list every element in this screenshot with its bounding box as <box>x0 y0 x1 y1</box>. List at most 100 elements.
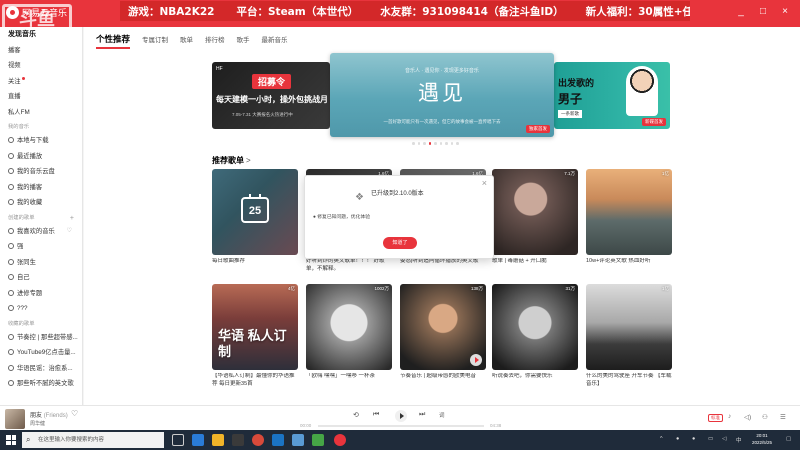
lyrics-icon[interactable]: 词 <box>439 411 445 419</box>
carousel-dot[interactable] <box>450 142 453 145</box>
together-icon[interactable]: ⚇ <box>762 413 768 421</box>
chrome-icon[interactable] <box>252 434 264 446</box>
banner-recruit[interactable]: HF 招募令 每天建模一小时，操外包挑战月 7.05-7.31 大赛报名火热进行… <box>212 62 330 129</box>
sidebar-playlist[interactable]: 张同生 <box>0 255 82 271</box>
playlist-title[interactable]: 听说奏去吧，你需要快乐 <box>492 373 578 388</box>
playlist-cover[interactable]: 138万 <box>400 284 486 370</box>
sidebar-item-liked[interactable]: 我喜欢的音乐 ♡ <box>0 224 82 240</box>
recommended-playlists-title[interactable]: 推荐歌单 > <box>212 155 251 166</box>
carousel-dot[interactable] <box>417 142 420 145</box>
sidebar-collected-playlist[interactable]: 华语民谣：治愈系... <box>0 361 82 377</box>
playlist-title[interactable]: 「欧嗨 嘿嘿」一嘿哆 一杯茶 <box>306 373 392 388</box>
carousel-dot[interactable] <box>434 142 437 145</box>
tab-new-music[interactable]: 最新音乐 <box>262 34 288 44</box>
progress-bar[interactable] <box>318 425 484 427</box>
playlist-title[interactable]: 姿态|听到追问循环播放的英文歌 <box>400 258 486 273</box>
tab-charts[interactable]: 排行榜 <box>205 34 225 44</box>
playlist-title[interactable]: 什么的美的驾驶座 开车节奏 【车载音乐】 <box>586 373 672 388</box>
playlist-card[interactable]: 1002万 「欧嗨 嘿嘿」一嘿哆 一杯茶 <box>306 284 392 388</box>
playlist-cover[interactable]: 25 <box>212 169 298 255</box>
banner-new-album[interactable]: 出发歌的 男子 一条新歌 新碟首发 <box>554 62 670 129</box>
sound-effect-icon[interactable]: ♪ <box>728 413 731 420</box>
app-icon[interactable] <box>292 434 304 446</box>
loop-mode-icon[interactable]: ⟲ <box>353 411 359 419</box>
sidebar-collected-playlist[interactable]: 节奏控 | 那些超带感... <box>0 330 82 346</box>
windows-start-icon[interactable] <box>6 435 16 445</box>
playlist-card[interactable]: 25 每日歌曲推荐 <box>212 169 298 273</box>
play-icon[interactable] <box>470 354 482 366</box>
sidebar-item-follow[interactable]: 关注 <box>0 74 82 90</box>
edge-browser-icon[interactable] <box>192 434 204 446</box>
carousel-dot[interactable] <box>423 142 426 145</box>
tab-artists[interactable]: 歌手 <box>237 34 250 44</box>
taskbar-search-input[interactable]: 在这里输入你要搜索的内容 <box>22 432 164 448</box>
playlist-cover[interactable]: 1亿 <box>586 284 672 370</box>
sidebar-item-recent[interactable]: 最近播放 <box>0 149 82 165</box>
file-explorer-icon[interactable] <box>212 434 224 446</box>
song-title[interactable]: 朋友 (Friends) <box>30 410 68 419</box>
sidebar-item-live[interactable]: 直播 <box>0 89 82 105</box>
sidebar-item-favorites[interactable]: 我的收藏 <box>0 195 82 211</box>
banner-featured[interactable]: 音乐人 · 遇见你 · 发现更多好音乐 遇见 一首好歌可能只有一次遇见，但它的故… <box>330 53 554 137</box>
sidebar-item-my-podcast[interactable]: 我的播客 <box>0 180 82 196</box>
tab-custom[interactable]: 专属订制 <box>142 34 168 44</box>
playlist-card[interactable]: 4亿 华语 私人订制 【华语私人订制】最懂你的华语推荐 每日更新35首 <box>212 284 298 388</box>
store-icon[interactable] <box>232 434 244 446</box>
playlist-card[interactable]: 1亿 10w+评论英文歌 热血好听 <box>586 169 672 273</box>
carousel-dot-active[interactable] <box>428 142 431 145</box>
sidebar-item-video[interactable]: 视频 <box>0 58 82 74</box>
app-icon[interactable] <box>272 434 284 446</box>
sidebar-item-cloud[interactable]: 我的音乐云盘 <box>0 164 82 180</box>
playlist-cover[interactable]: 31万 <box>492 284 578 370</box>
tab-personalized[interactable]: 个性推荐 <box>96 33 131 49</box>
tray-app-icon[interactable]: ● <box>692 436 695 442</box>
dialog-close-icon[interactable]: × <box>482 178 487 188</box>
playlist-title[interactable]: 【华语私人订制】最懂你的华语推荐 每日更新35首 <box>212 373 298 388</box>
sidebar-item-podcast[interactable]: 播客 <box>0 43 82 59</box>
sidebar-playlist[interactable]: 自己 <box>0 270 82 286</box>
artist-name[interactable]: 周华健 <box>30 420 45 427</box>
play-pause-button[interactable] <box>395 410 407 422</box>
playlist-title[interactable]: 10w+评论英文歌 热血好听 <box>586 258 672 273</box>
dialog-ok-button[interactable]: 知道了 <box>383 237 417 249</box>
quality-badge[interactable]: 标准 <box>708 414 723 422</box>
close-icon[interactable]: × <box>780 7 790 17</box>
volume-icon[interactable]: ◁) <box>744 413 751 421</box>
ime-icon[interactable]: 中 <box>736 436 742 444</box>
netease-music-taskbar-icon[interactable] <box>334 434 346 446</box>
sidebar-playlist[interactable]: 强 <box>0 239 82 255</box>
tray-up-icon[interactable]: ^ <box>660 436 663 442</box>
playlist-card[interactable]: 1亿 什么的美的驾驶座 开车节奏 【车载音乐】 <box>586 284 672 388</box>
previous-track-icon[interactable]: ⏮ <box>373 411 379 419</box>
app-icon[interactable] <box>312 434 324 446</box>
like-heart-icon[interactable]: ♡ <box>71 409 78 418</box>
carousel-dot[interactable] <box>439 142 442 145</box>
maximize-icon[interactable]: □ <box>758 7 768 17</box>
playlist-queue-icon[interactable]: ☰ <box>780 413 786 421</box>
heart-mode-icon[interactable]: ♡ <box>67 224 72 240</box>
network-icon[interactable]: ▭ <box>708 436 713 442</box>
task-view-icon[interactable] <box>172 434 184 446</box>
tab-playlists[interactable]: 歌单 <box>180 34 193 44</box>
playlist-title[interactable]: 每日歌曲推荐 <box>212 258 298 273</box>
playlist-title[interactable]: 节奏音乐 | 超级带感的欧美电音 <box>400 373 486 388</box>
sidebar-item-local[interactable]: 本地与下载 <box>0 133 82 149</box>
album-art[interactable] <box>5 409 25 429</box>
sidebar-playlist[interactable]: 进修专题 <box>0 286 82 302</box>
sidebar-collected-playlist[interactable]: YouTube9亿点击量... <box>0 345 82 361</box>
playlist-cover[interactable]: 1002万 <box>306 284 392 370</box>
taskbar-clock[interactable]: 20:01 2022/5/25 <box>752 433 772 446</box>
minimize-icon[interactable]: _ <box>736 7 746 17</box>
tray-app-icon[interactable]: ● <box>676 436 679 442</box>
playlist-card[interactable]: 7.1万 歌单 | 毒蘑菇 + 开口脆 <box>492 169 578 273</box>
carousel-dot[interactable] <box>412 142 415 145</box>
sidebar-collected-playlist[interactable]: 那些听不腻的英文歌 <box>0 376 82 392</box>
sidebar-playlist[interactable]: ??? <box>0 301 82 317</box>
playlist-title[interactable]: 歌单 | 毒蘑菇 + 开口脆 <box>492 258 578 273</box>
notification-icon[interactable]: ▢ <box>786 436 791 442</box>
next-track-icon[interactable]: ⏭ <box>419 411 425 419</box>
playlist-cover[interactable]: 7.1万 <box>492 169 578 255</box>
sidebar-item-discover[interactable]: 发现音乐 <box>0 27 82 43</box>
carousel-dot[interactable] <box>445 142 448 145</box>
playlist-cover[interactable]: 1亿 <box>586 169 672 255</box>
